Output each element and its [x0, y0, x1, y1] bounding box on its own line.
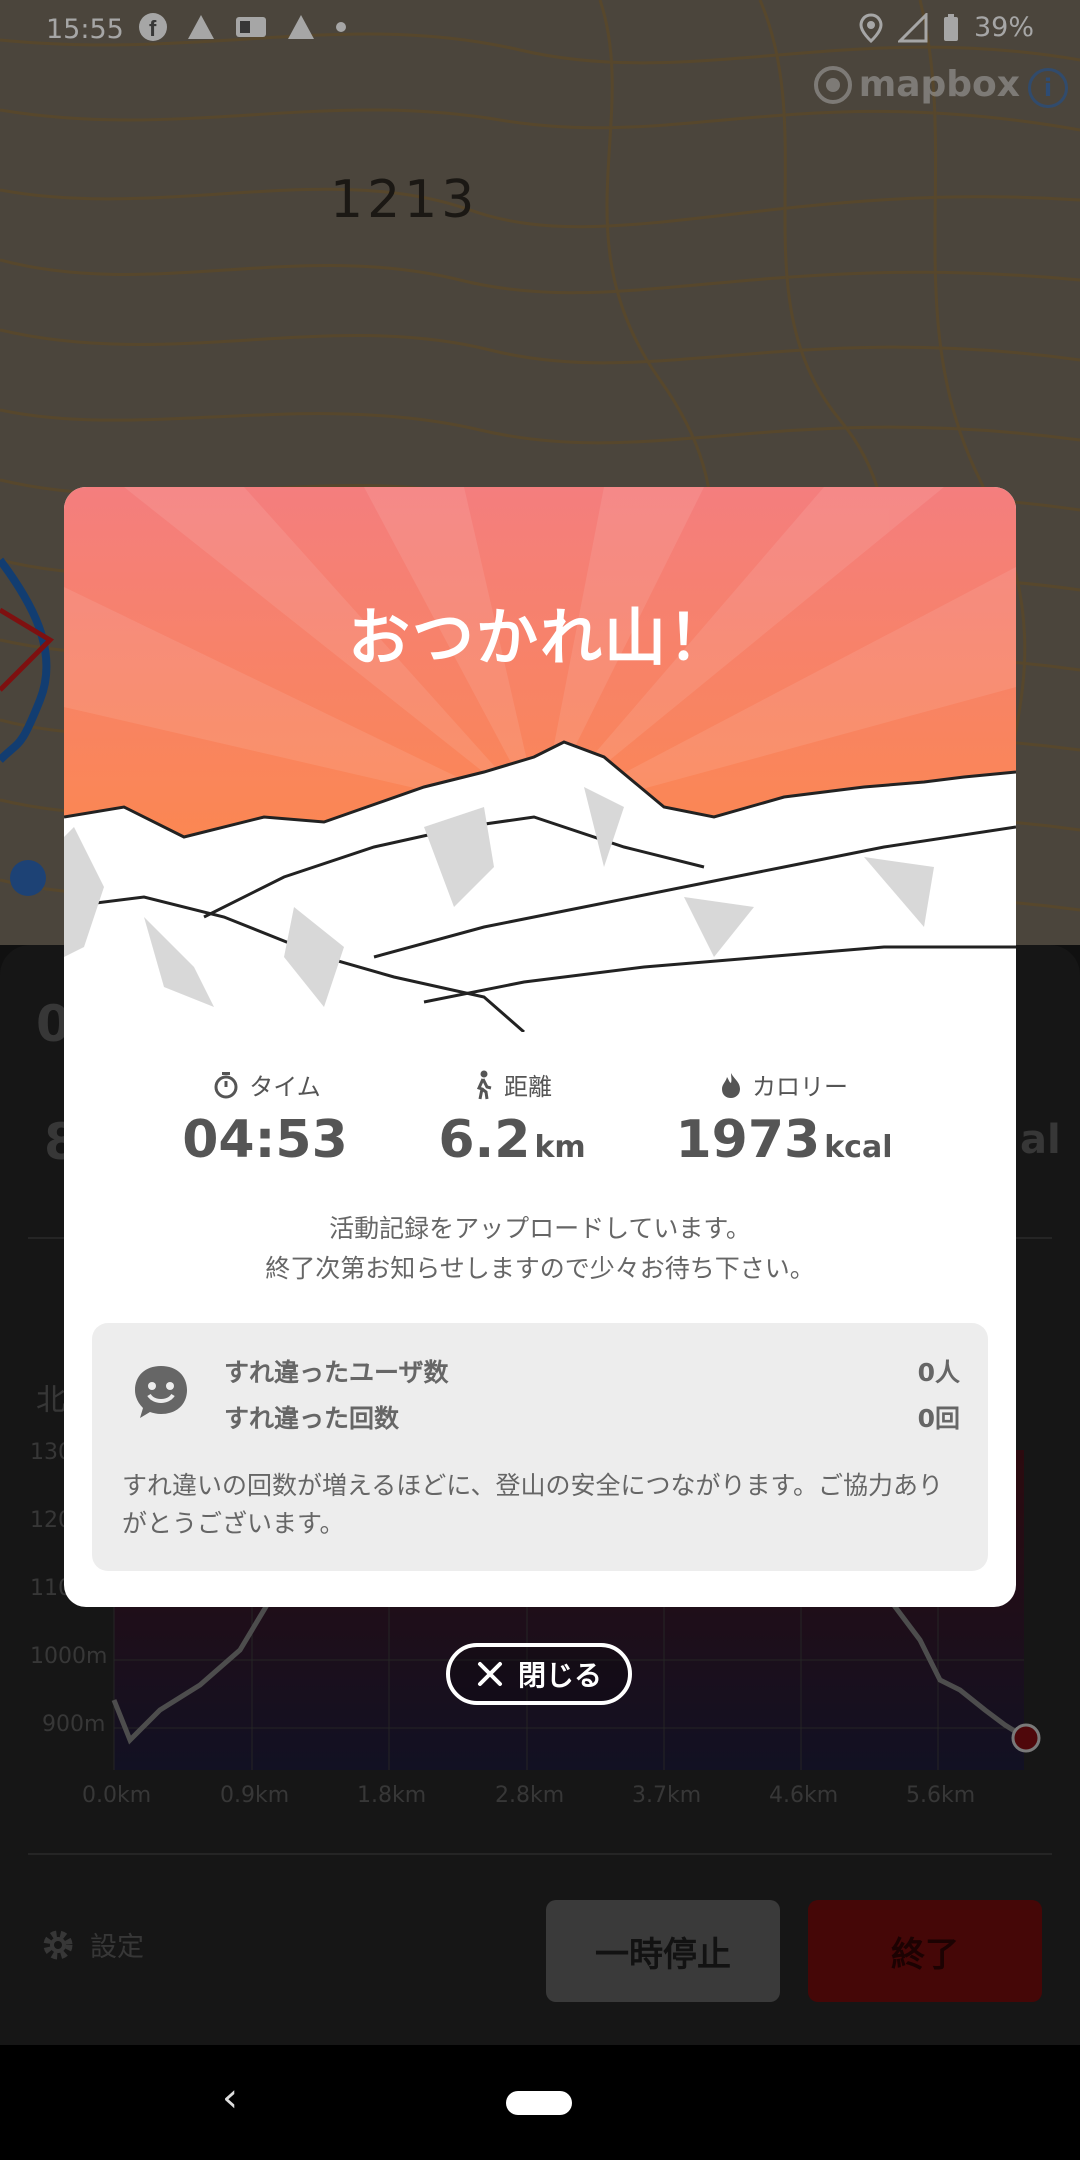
upload-message: 活動記録をアップロードしています。 終了次第お知らせしますので少々お待ち下さい。 [265, 1214, 815, 1283]
encounter-count-value: 0回 [917, 1404, 960, 1433]
back-icon[interactable]: ‹ [222, 2075, 238, 2121]
stopwatch-icon [214, 1071, 238, 1098]
stat-distance: 距離 6.2 km [382, 1067, 642, 1170]
stat-calories-value: 1973 [675, 1110, 821, 1170]
stat-calories-label: カロリー [752, 1073, 848, 1101]
close-icon [477, 1662, 502, 1686]
encounter-users-label: すれ違ったユーザ数 [224, 1358, 449, 1387]
dialog-title: おつかれ山！ [347, 601, 732, 674]
stat-calories: カロリー 1973 kcal [654, 1067, 914, 1170]
hiker-icon [476, 1070, 492, 1099]
stat-distance-value: 6.2 [438, 1110, 531, 1170]
close-label: 閉じる [517, 1659, 602, 1692]
navigation-bar: ‹ [0, 2045, 1080, 2160]
stat-distance-label: 距離 [504, 1073, 552, 1101]
stat-calories-unit: kcal [824, 1130, 893, 1165]
smiley-icon [135, 1366, 187, 1418]
encounter-users-value: 0人 [917, 1358, 960, 1387]
stat-time-label: タイム [249, 1073, 321, 1101]
flame-icon [722, 1072, 740, 1098]
encounter-count-label: すれ違った回数 [224, 1404, 400, 1433]
stat-distance-unit: km [534, 1130, 586, 1165]
close-button[interactable]: 閉じる [446, 1643, 632, 1705]
encounter-note: すれ違いの回数が増えるほどに、登山の安全につながります。ご協力ありがとうございま… [122, 1471, 944, 1538]
hero-illustration [64, 487, 1016, 1034]
encounter-summary: すれ違ったユーザ数 0人 すれ違った回数 0回 すれ違いの回数が増えるほどに、登… [92, 1323, 988, 1571]
home-pill[interactable] [506, 2091, 572, 2115]
stat-time: タイム 04:53 [137, 1067, 397, 1170]
stat-time-value: 04:53 [182, 1110, 348, 1170]
finish-dialog: おつかれ山！ タイム 04:53 距離 6.2 km カロリー 1973 kcal … [64, 487, 1016, 1607]
